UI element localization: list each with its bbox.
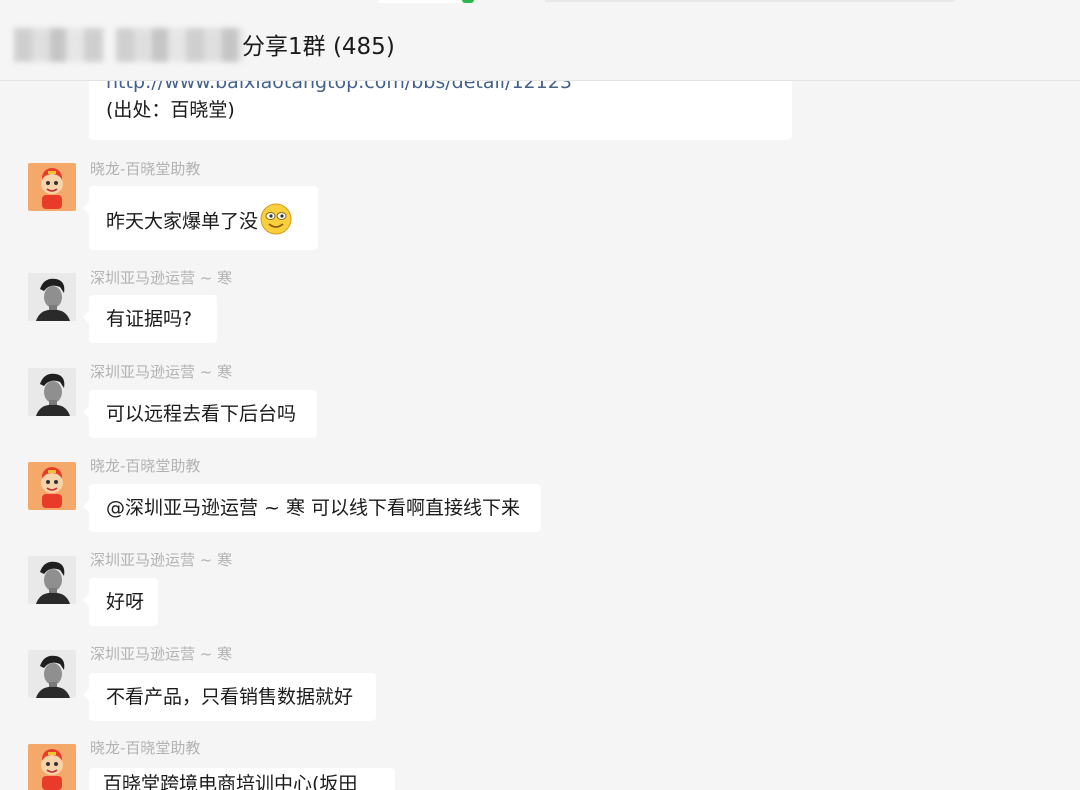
sender-name: 晓龙-百晓堂助教 bbox=[90, 739, 201, 757]
monkey-avatar[interactable] bbox=[28, 163, 76, 211]
chat-title[interactable]: 分享1群 (485) bbox=[242, 27, 395, 61]
message-text: 可以远程去看下后台吗 bbox=[106, 403, 297, 425]
man-avatar[interactable] bbox=[28, 273, 76, 321]
sender-name: 深圳亚马逊运营 ~ 寒 bbox=[90, 645, 233, 663]
sender-name: 晓龙-百晓堂助教 bbox=[90, 160, 201, 178]
message-text: 昨天大家爆单了没 bbox=[106, 203, 292, 238]
message-bubble[interactable]: 好呀 bbox=[83, 578, 158, 626]
message-text: 好呀 bbox=[106, 591, 145, 613]
message-text: @深圳亚马逊运营 ~ 寒 可以线下看啊直接线下来 bbox=[106, 497, 521, 519]
chat-window: 分享1群 (485) http://www.baixiaotangtop.com… bbox=[0, 0, 1080, 790]
message-bubble[interactable]: 有证据吗? bbox=[83, 295, 217, 343]
top-divider bbox=[545, 0, 955, 2]
blurred-title-part bbox=[116, 28, 244, 62]
message-source: (出处：百晓堂) bbox=[106, 99, 235, 121]
man-avatar[interactable] bbox=[28, 556, 76, 604]
sender-name: 深圳亚马逊运营 ~ 寒 bbox=[90, 363, 233, 381]
grin-emoji-icon bbox=[260, 203, 292, 235]
chat-header: 分享1群 (485) bbox=[0, 0, 1080, 81]
message-text: 不看产品，只看销售数据就好 bbox=[106, 686, 354, 708]
man-avatar[interactable] bbox=[28, 368, 76, 416]
message-bubble[interactable]: 昨天大家爆单了没 bbox=[83, 186, 318, 250]
blurred-title-part bbox=[14, 28, 104, 62]
message-text: 有证据吗? bbox=[106, 308, 193, 330]
sender-name: 晓龙-百晓堂助教 bbox=[90, 457, 201, 475]
monkey-avatar[interactable] bbox=[28, 744, 76, 790]
sender-name: 深圳亚马逊运营 ~ 寒 bbox=[90, 269, 233, 287]
message-bubble[interactable]: 可以远程去看下后台吗 bbox=[83, 390, 317, 438]
online-dot bbox=[462, 0, 474, 3]
message-bubble[interactable]: http://www.baixiaotangtop.com/bbs/detail… bbox=[89, 71, 792, 140]
message-bubble[interactable]: 不看产品，只看销售数据就好 bbox=[83, 673, 376, 721]
message-bubble[interactable]: @深圳亚马逊运营 ~ 寒 可以线下看啊直接线下来 bbox=[83, 484, 541, 532]
message-text-content: 昨天大家爆单了没 bbox=[106, 210, 259, 233]
top-tab-indicator bbox=[378, 0, 474, 3]
sender-name: 深圳亚马逊运营 ~ 寒 bbox=[90, 551, 233, 569]
message-bubble[interactable]: 百晓堂跨境电商培训中心(坂田 bbox=[89, 768, 395, 790]
man-avatar[interactable] bbox=[28, 650, 76, 698]
message-list[interactable]: http://www.baixiaotangtop.com/bbs/detail… bbox=[0, 71, 1080, 790]
message-text: 百晓堂跨境电商培训中心(坂田 bbox=[103, 773, 358, 790]
monkey-avatar[interactable] bbox=[28, 462, 76, 510]
